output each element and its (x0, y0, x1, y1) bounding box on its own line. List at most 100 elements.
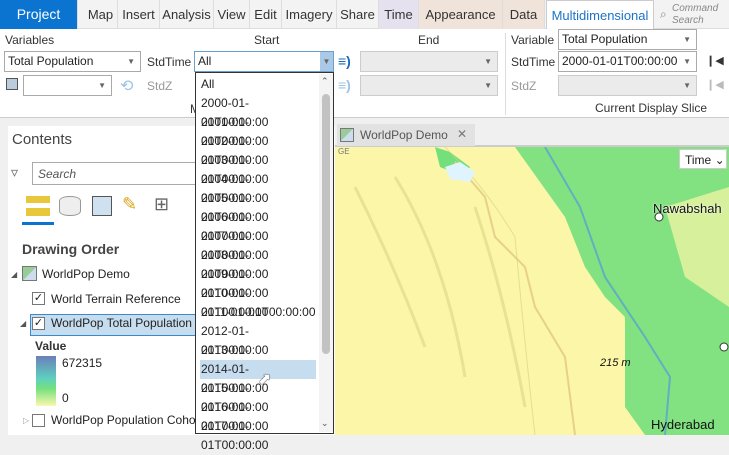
dropdown-option[interactable]: 2009-01-01T00:00:00 (200, 265, 316, 300)
tab-map[interactable]: Map (84, 0, 118, 29)
first-z-icon[interactable]: ❙◀ (706, 78, 724, 91)
collapse-icon[interactable]: ◢ (11, 270, 17, 279)
tab-imagery[interactable]: Imagery (282, 0, 337, 29)
chevron-down-icon: ▼ (683, 57, 691, 66)
dropdown-option[interactable]: 2010-01-01T00:00:00 (200, 284, 316, 319)
ribbon: Variables Start End Total Population ▼ St… (0, 29, 729, 118)
slice-variable-dropdown[interactable]: Total Population ▼ (558, 29, 697, 50)
tab-edit[interactable]: Edit (250, 0, 282, 29)
tab-insert[interactable]: Insert (118, 0, 160, 29)
map-frame-icon (22, 266, 37, 281)
legend-ramp (36, 356, 56, 406)
first-slice-icon[interactable]: ❙◀ (706, 54, 724, 67)
variables-label: Variables (5, 33, 55, 47)
contents-title: Contents (12, 131, 73, 148)
variable-dropdown[interactable]: Total Population ▼ (4, 51, 141, 72)
dropdown-option[interactable]: 2008-01-01T00:00:00 (200, 246, 316, 281)
chevron-down-icon: ▼ (683, 81, 691, 90)
map-frame-icon (340, 128, 354, 142)
drawing-order-icon[interactable] (26, 196, 50, 216)
slice-stdtime-dropdown[interactable]: 2000-01-01T00:00:00 ▼ (558, 51, 697, 72)
time-button[interactable]: Time ⌄ (679, 149, 727, 169)
set-range-icon[interactable]: ≡) (338, 77, 351, 93)
stdz-label: StdZ (147, 79, 173, 93)
filter-icon[interactable]: ▿ (11, 164, 18, 181)
start-label: Start (254, 33, 280, 47)
dropdown-option[interactable]: 2006-01-01T00:00:00 (200, 208, 316, 243)
end-dropdown[interactable]: ▼ (360, 51, 498, 72)
dropdown-option[interactable]: 2017-01-01T00:00:00 (200, 417, 316, 452)
tab-appearance[interactable]: Appearance (419, 0, 503, 29)
dropdown-option[interactable]: 2012-01-01T00:00:00 (200, 322, 316, 357)
dropdown-option[interactable]: All (200, 75, 316, 94)
layer1-checkbox[interactable]: ✓ (32, 292, 45, 305)
map-name[interactable]: WorldPop Demo (42, 267, 130, 281)
command-search[interactable]: ⌕ Command Search (660, 3, 728, 27)
map-tabstrip: WorldPop Demo ✕ (335, 122, 729, 147)
legend-min: 0 (62, 391, 69, 405)
current-display-slice-label: Current Display Slice (595, 101, 708, 115)
chevron-down-icon: ▼ (484, 57, 492, 66)
collapse-icon[interactable]: ◢ (20, 319, 26, 328)
scrollbar[interactable]: ⌃ ⌄ (319, 74, 333, 432)
legend-max: 672315 (62, 356, 103, 370)
pencil-icon[interactable]: ✎ (122, 194, 137, 215)
dropdown-option[interactable]: 2005-01-01T00:00:00 (200, 189, 316, 224)
dropdown-option[interactable]: 2003-01-01T00:00:00 (200, 151, 316, 186)
layer-world-terrain[interactable]: World Terrain Reference (51, 292, 181, 306)
dimension-dropdown[interactable]: ▼ (23, 75, 112, 96)
grid-add-icon[interactable]: ⊞ (154, 194, 169, 215)
legend-title: Value (35, 339, 67, 353)
dimension-icon[interactable] (6, 78, 18, 90)
scrollbar-thumb[interactable] (322, 94, 330, 354)
map-tab[interactable]: WorldPop Demo ✕ (337, 124, 475, 146)
dropdown-option[interactable]: 2011-01-01T00:00:00 (200, 303, 316, 322)
refresh-icon[interactable]: ⟲ (120, 76, 133, 96)
layer-worldpop-total[interactable]: WorldPop Total Population (51, 316, 192, 330)
chevron-down-icon: ▼ (127, 57, 135, 66)
elevation-label: 215 m (600, 357, 631, 369)
set-range-icon[interactable]: ≡) (338, 53, 351, 69)
dropdown-option[interactable]: 2016-01-01T00:00:00 (200, 398, 316, 433)
tab-time[interactable]: Time (379, 0, 419, 29)
active-tab-indicator (22, 222, 54, 225)
dropdown-option[interactable]: 2007-01-01T00:00:00 (200, 227, 316, 262)
data-source-icon[interactable] (59, 196, 81, 216)
layer3-checkbox[interactable] (32, 414, 45, 427)
slice-stdz-label: StdZ (511, 79, 537, 93)
tab-analysis[interactable]: Analysis (160, 0, 214, 29)
search-input[interactable]: Search (32, 162, 212, 185)
expand-icon[interactable]: ▷ (23, 416, 29, 425)
drawing-order-heading: Drawing Order (22, 241, 120, 257)
dropdown-option[interactable]: 2002-01-01T00:00:00 (200, 132, 316, 167)
tab-multidimensional[interactable]: Multidimensional (546, 0, 654, 29)
scroll-up-icon[interactable]: ⌃ (321, 76, 329, 87)
stdtime-label: StdTime (147, 55, 192, 69)
tab-share[interactable]: Share (337, 0, 379, 29)
map-icon[interactable] (92, 196, 112, 216)
tab-project[interactable]: Project (0, 0, 78, 29)
scroll-down-icon[interactable]: ⌄ (321, 418, 329, 429)
chevron-down-icon: ⌄ (714, 153, 725, 167)
dropdown-option[interactable]: 2013-01-01T00:00:00 (200, 341, 316, 376)
start-dropdown-list: All 2000-01-01T00:00:00 2001-01-01T00:00:0… (195, 72, 334, 452)
slice-stdtime-label: StdTime (511, 55, 556, 69)
start-dropdown[interactable]: All ▼ (194, 51, 334, 72)
layer2-checkbox[interactable]: ✓ (32, 317, 45, 330)
dropdown-option[interactable]: 2004-01-01T00:00:00 (200, 170, 316, 205)
map-view[interactable]: GE Nawabshah Hyderabad 215 m Time ⌄ (335, 147, 729, 435)
slice-stdz-dropdown[interactable]: ▼ (558, 75, 697, 96)
slice-variable-label: Variable (511, 33, 555, 47)
tab-data[interactable]: Data (503, 0, 545, 29)
population-raster (353, 147, 729, 435)
dropdown-option[interactable]: 2000-01-01T00:00:00 (200, 94, 316, 129)
end-z-dropdown[interactable]: ▼ (360, 75, 498, 96)
close-icon[interactable]: ✕ (457, 127, 467, 141)
tab-view[interactable]: View (214, 0, 250, 29)
layer-worldpop-cohorts[interactable]: WorldPop Population Cohorts (51, 413, 209, 427)
chevron-down-icon: ▼ (320, 52, 333, 71)
edge-label: GE (338, 147, 350, 156)
ribbon-tabs: Project Map Insert Analysis View Edit Im… (0, 0, 729, 29)
chevron-down-icon: ▼ (98, 81, 106, 90)
dropdown-option[interactable]: 2001-01-01T00:00:00 (200, 113, 316, 148)
